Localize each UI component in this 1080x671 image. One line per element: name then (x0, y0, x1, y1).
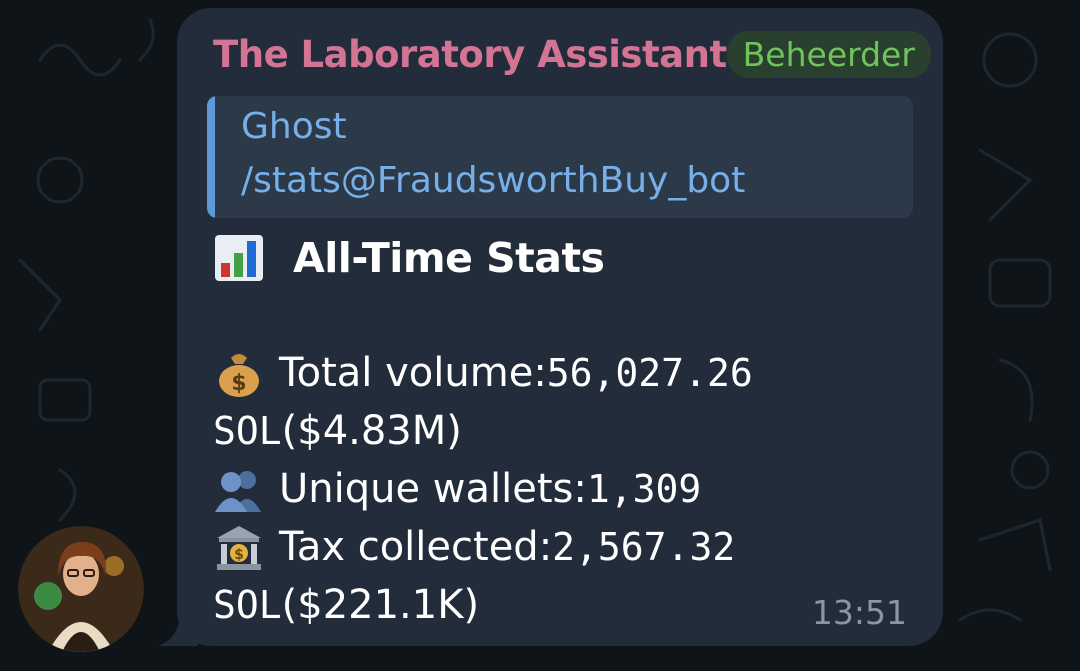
sender-name[interactable]: The Laboratory Assistant (213, 33, 727, 76)
tax-value: 2,567.32 (552, 525, 736, 569)
volume-line: $ Total volume: 56,027.26 (213, 344, 903, 402)
bar-chart-icon (213, 233, 265, 283)
bank-icon: $ (213, 522, 265, 572)
message-header: The Laboratory Assistant Beheerder (213, 28, 931, 80)
wallets-label: Unique wallets: (279, 466, 587, 512)
money-bag-icon: $ (213, 348, 265, 398)
message-bubble[interactable]: The Laboratory Assistant Beheerder Ghost… (177, 8, 943, 646)
tax-line-cont: SOL ($221.1K) (213, 576, 903, 634)
sender-avatar[interactable] (18, 526, 144, 652)
reply-author: Ghost (241, 106, 347, 147)
volume-unit: SOL (213, 409, 282, 453)
volume-usd: ($4.83M) (281, 408, 462, 454)
busts-icon (213, 464, 265, 514)
svg-text:$: $ (231, 371, 246, 396)
volume-value: 56,027.26 (546, 351, 753, 395)
admin-role-badge: Beheerder (726, 30, 931, 78)
stats-title-row: All-Time Stats (213, 230, 903, 286)
reply-text: /stats@FraudsworthBuy_bot (241, 160, 746, 201)
volume-line-cont: SOL ($4.83M) (213, 402, 903, 460)
volume-label: Total volume: (279, 350, 547, 396)
tax-line: $ Tax collected: 2,567.32 (213, 518, 903, 576)
wallets-value: 1,309 (586, 467, 702, 511)
message-timestamp: 13:51 (811, 593, 907, 632)
reply-preview[interactable]: Ghost /stats@FraudsworthBuy_bot (207, 96, 913, 218)
tax-label: Tax collected: (279, 524, 553, 570)
wallets-line: Unique wallets: 1,309 (213, 460, 903, 518)
stats-title: All-Time Stats (293, 234, 605, 282)
tax-usd: ($221.1K) (281, 582, 480, 628)
message-text: All-Time Stats $ Total volume: 56,027.26… (213, 230, 903, 634)
svg-text:$: $ (234, 547, 244, 563)
tax-unit: SOL (213, 583, 282, 627)
reply-accent-bar (207, 96, 215, 218)
